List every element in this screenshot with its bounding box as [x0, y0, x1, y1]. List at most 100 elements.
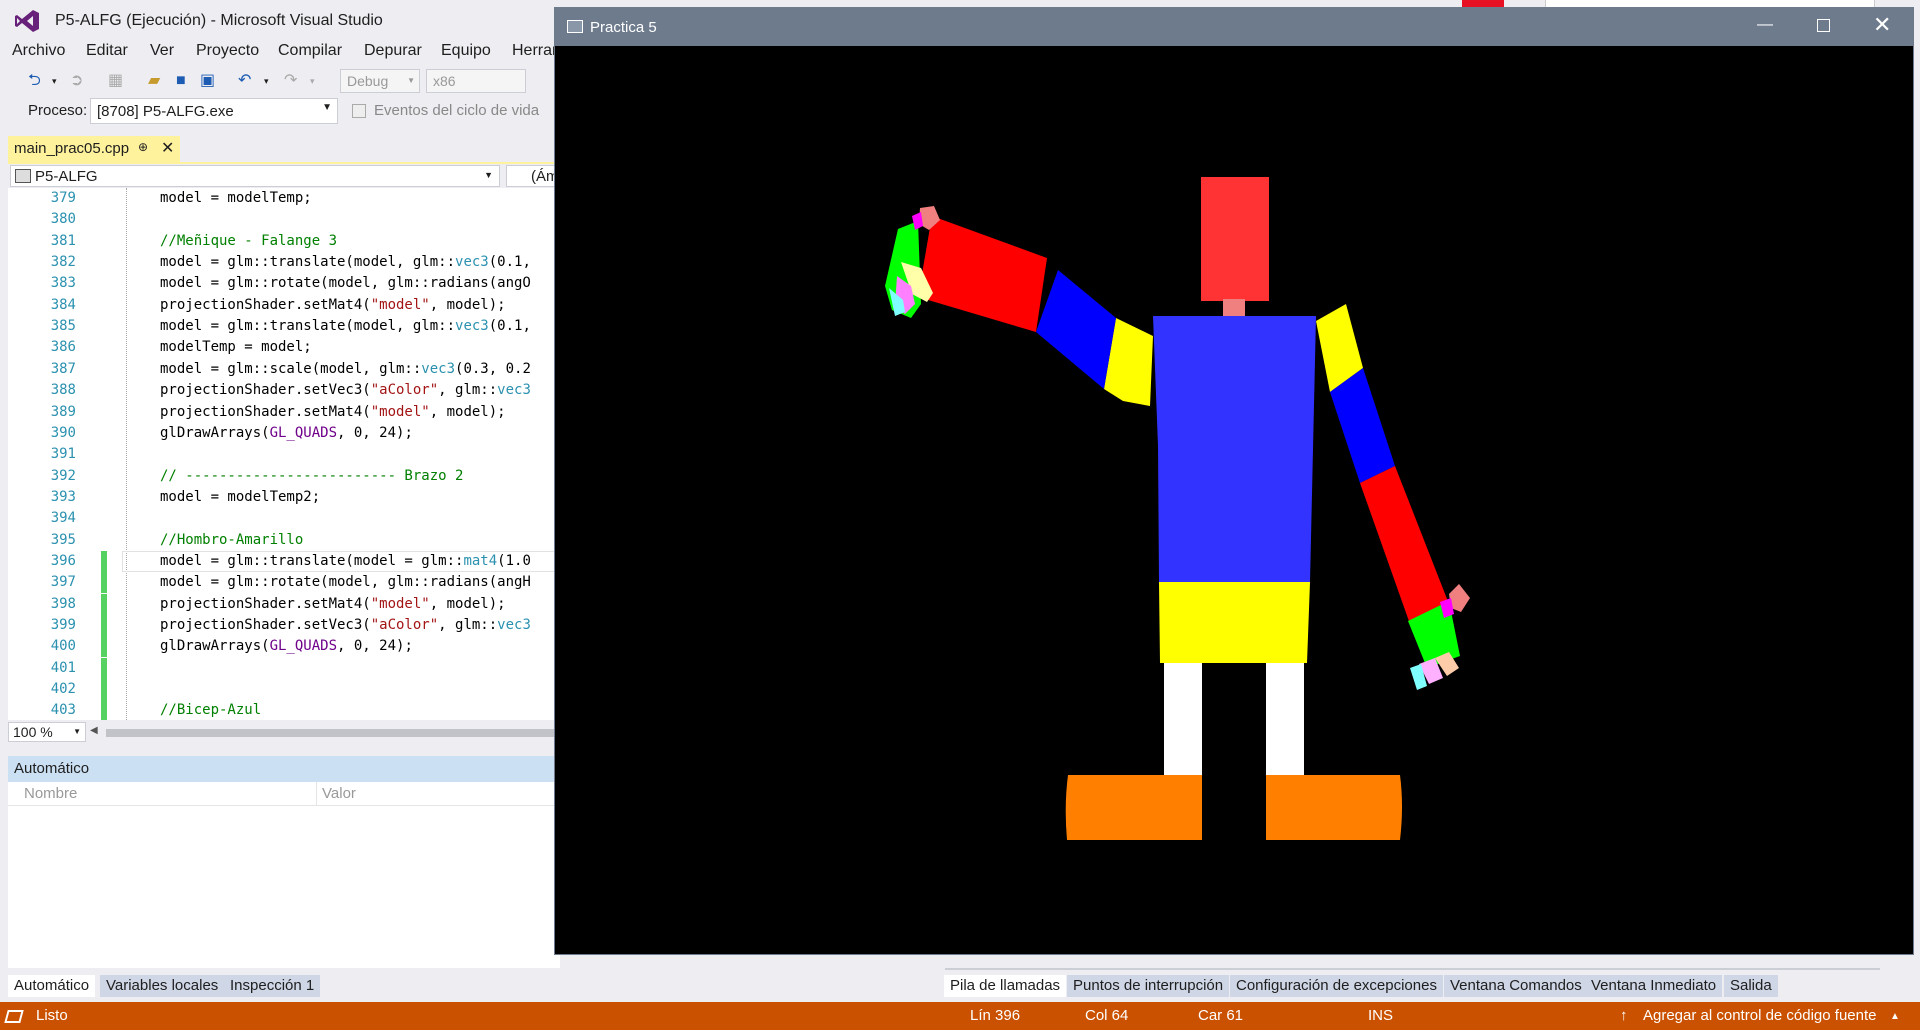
- platform-combo[interactable]: x86: [426, 69, 526, 93]
- source-control-button[interactable]: Agregar al control de código fuente: [1643, 1007, 1877, 1024]
- code-line[interactable]: 387 model = glm::scale(model, glm::vec3(0…: [8, 359, 560, 380]
- menu-equipo[interactable]: Equipo: [441, 42, 491, 60]
- code-line[interactable]: 396 model = glm::translate(model = glm::m…: [8, 551, 560, 572]
- menu-archivo[interactable]: Archivo: [12, 42, 65, 60]
- close-icon[interactable]: ✕: [1873, 13, 1891, 37]
- scroll-left-icon[interactable]: ◀: [90, 725, 98, 736]
- code-line[interactable]: 379 model = modelTemp;: [8, 188, 560, 209]
- menu-proyecto[interactable]: Proyecto: [196, 42, 259, 60]
- tab-pila-de-llamadas[interactable]: Pila de llamadas: [944, 975, 1067, 997]
- code-line[interactable]: 391: [8, 444, 560, 465]
- undo-dropdown-icon[interactable]: ▾: [264, 71, 269, 91]
- code-token: model = glm::translate(model, glm::: [160, 254, 456, 270]
- line-number: 382: [50, 254, 76, 270]
- code-line[interactable]: 394: [8, 508, 560, 529]
- autos-panel-body[interactable]: [8, 806, 560, 968]
- code-line[interactable]: 389 projectionShader.setMat4("model", mod…: [8, 402, 560, 423]
- save-icon[interactable]: ■: [176, 71, 186, 91]
- back-dropdown-icon[interactable]: ▾: [52, 71, 57, 91]
- code-line[interactable]: 402: [8, 679, 560, 700]
- code-token: model = modelTemp;: [160, 190, 312, 206]
- chevron-up-icon[interactable]: ▲: [1890, 1011, 1900, 1022]
- code-line[interactable]: 380: [8, 209, 560, 230]
- column-value-header[interactable]: Valor: [322, 785, 356, 802]
- code-line[interactable]: 401: [8, 658, 560, 679]
- column-name-header[interactable]: Nombre: [24, 785, 77, 802]
- code-token: model = glm::translate(model, glm::: [160, 318, 456, 334]
- lifecycle-events-icon[interactable]: [352, 104, 366, 118]
- code-line[interactable]: 395 //Hombro-Amarillo: [8, 530, 560, 551]
- tab-automatico[interactable]: Automático: [8, 975, 96, 997]
- code-token: vec3: [497, 382, 531, 398]
- menu-editar[interactable]: Editar: [86, 42, 128, 60]
- code-line[interactable]: 390 glDrawArrays(GL_QUADS, 0, 24);: [8, 423, 560, 444]
- pin-icon[interactable]: ⊕: [138, 140, 148, 154]
- code-line[interactable]: 386 modelTemp = model;: [8, 337, 560, 358]
- solution-config-combo[interactable]: Debug ▼: [340, 69, 420, 93]
- open-folder-icon[interactable]: ▰: [148, 71, 160, 91]
- code-token: //Bicep-Azul: [160, 702, 262, 718]
- code-line[interactable]: 403 //Bicep-Azul: [8, 700, 560, 720]
- code-line[interactable]: 382 model = glm::translate(model, glm::ve…: [8, 252, 560, 273]
- robot-foot-right: [1266, 775, 1402, 840]
- minimize-icon[interactable]: —: [1757, 16, 1773, 34]
- zoom-combo[interactable]: 100 % ▼: [8, 722, 86, 742]
- tab-puntos-de-interrupcion[interactable]: Puntos de interrupción: [1067, 975, 1230, 997]
- process-combo[interactable]: [8708] P5-ALFG.exe ▼: [90, 98, 338, 124]
- maximize-icon[interactable]: [1817, 19, 1830, 32]
- chevron-down-icon: ▼: [484, 170, 493, 180]
- code-text: projectionShader.setVec3("aColor", glm::…: [160, 615, 531, 636]
- project-navigation-combo[interactable]: P5-ALFG ▼: [10, 165, 500, 187]
- save-all-icon[interactable]: ▣: [200, 71, 215, 91]
- tab-ventana-inmediato[interactable]: Ventana Inmediato: [1585, 975, 1723, 997]
- code-line[interactable]: 385 model = glm::translate(model, glm::ve…: [8, 316, 560, 337]
- line-number: 399: [50, 617, 76, 633]
- forward-icon[interactable]: ➲: [70, 71, 83, 91]
- menu-ver[interactable]: Ver: [150, 42, 174, 60]
- code-line[interactable]: 388 projectionShader.setVec3("aColor", gl…: [8, 380, 560, 401]
- undo-icon[interactable]: ↶: [238, 71, 251, 91]
- code-line[interactable]: 383 model = glm::rotate(model, glm::radia…: [8, 273, 560, 294]
- lifecycle-events-label[interactable]: Eventos del ciclo de vida: [374, 102, 539, 119]
- back-icon[interactable]: ⮌: [28, 71, 41, 91]
- code-line[interactable]: 397 model = glm::rotate(model, glm::radia…: [8, 572, 560, 593]
- tab-configuracion-excepciones[interactable]: Configuración de excepciones: [1230, 975, 1443, 997]
- tab-inspeccion-1[interactable]: Inspección 1: [224, 975, 321, 997]
- opengl-render-canvas[interactable]: [555, 46, 1913, 954]
- platform-value: x86: [433, 73, 456, 89]
- opengl-window[interactable]: Practica 5 — ✕: [554, 7, 1914, 955]
- code-token: model = glm::scale(model, glm::: [160, 361, 422, 377]
- menu-depurar[interactable]: Depurar: [364, 42, 422, 60]
- code-line[interactable]: 393 model = modelTemp2;: [8, 487, 560, 508]
- code-line[interactable]: 384 projectionShader.setMat4("model", mod…: [8, 295, 560, 316]
- redo-icon[interactable]: ↷: [284, 71, 297, 91]
- close-icon[interactable]: ✕: [161, 138, 174, 158]
- menu-compilar[interactable]: Compilar: [278, 42, 342, 60]
- tab-variables-locales[interactable]: Variables locales: [100, 975, 225, 997]
- new-project-icon[interactable]: ▦: [108, 71, 123, 91]
- code-line[interactable]: 398 projectionShader.setMat4("model", mod…: [8, 594, 560, 615]
- process-value: [8708] P5-ALFG.exe: [97, 103, 234, 120]
- horizontal-scrollbar-thumb[interactable]: [106, 729, 560, 737]
- code-line[interactable]: 381 //Meñique - Falange 3: [8, 231, 560, 252]
- code-token: "model": [370, 596, 430, 612]
- opengl-window-titlebar[interactable]: Practica 5 — ✕: [555, 8, 1913, 46]
- code-editor[interactable]: 379 model = modelTemp; 380 381 //Meñique - F…: [8, 188, 560, 720]
- code-text: model = modelTemp;: [160, 188, 312, 209]
- line-number: 388: [50, 382, 76, 398]
- code-line[interactable]: 392 // ------------------------- Brazo 2: [8, 466, 560, 487]
- tab-ventana-comandos[interactable]: Ventana Comandos: [1444, 975, 1588, 997]
- code-token: , model);: [429, 596, 506, 612]
- line-number: 380: [50, 211, 76, 227]
- document-tab-main-prac05[interactable]: main_prac05.cpp ⊕ ✕: [8, 136, 180, 162]
- column-separator[interactable]: [316, 782, 317, 806]
- robot-forearm-left: [918, 216, 1047, 332]
- tab-salida[interactable]: Salida: [1724, 975, 1778, 997]
- document-tab-label: main_prac05.cpp: [14, 140, 130, 157]
- redo-dropdown-icon[interactable]: ▾: [310, 71, 315, 91]
- code-line[interactable]: 399 projectionShader.setVec3("aColor", gl…: [8, 615, 560, 636]
- code-text: projectionShader.setMat4("model", model)…: [160, 402, 506, 423]
- code-token: model = glm::rotate(model, glm::radians(…: [160, 275, 531, 291]
- standard-toolbar: ⮌ ▾ ➲ ▦ ▰ ■ ▣ ↶ ▾ ↷ ▾ Debug ▼ x86: [12, 68, 560, 94]
- code-line[interactable]: 400 glDrawArrays(GL_QUADS, 0, 24);: [8, 636, 560, 657]
